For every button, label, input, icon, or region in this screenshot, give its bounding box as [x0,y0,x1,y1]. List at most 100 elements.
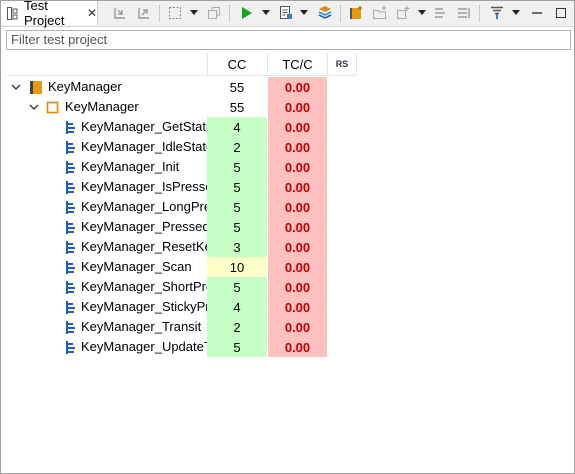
tree-row[interactable]: KeyManager_Init 5 0.00 [1,157,571,177]
row-name: KeyManager_Scan [81,259,192,274]
close-icon[interactable]: ✕ [87,6,97,20]
cc-cell: 5 [207,197,267,217]
tc-cell: 0.00 [268,257,327,277]
chevron-down-icon[interactable] [10,81,22,96]
tree-row[interactable]: KeyManager_ResetKe 3 0.00 [1,237,571,257]
tree-row[interactable]: KeyManager_Scan 10 0.00 [1,257,571,277]
filter-icon[interactable] [488,4,506,22]
add-test-icon[interactable] [394,4,412,22]
run-icon[interactable] [237,4,255,22]
cc-cell: 5 [207,157,267,177]
rs-header-label: RS [335,59,349,69]
copy-icon[interactable] [205,4,223,22]
tc-cell: 0.00 [268,177,327,197]
tree-row[interactable]: KeyManager_LongPre 5 0.00 [1,197,571,217]
tree-row[interactable]: KeyManager 55 0.00 [1,97,571,117]
function-icon [63,240,77,258]
column-name-header[interactable] [6,53,208,75]
separator [159,5,160,22]
tc-cell: 0.00 [268,217,327,237]
chevron-down-icon[interactable] [28,101,40,116]
select-icon[interactable] [166,4,184,22]
row-name: KeyManager_GetStatu [81,119,207,134]
tree-row[interactable]: KeyManager_StickyPre 4 0.00 [1,297,571,317]
tree-row[interactable]: KeyManager 55 0.00 [1,77,571,97]
row-name: KeyManager_ResetKe [81,239,207,254]
function-icon [63,320,77,338]
test-project-view: Test Project ✕ Filter test project CC TC… [0,0,575,474]
tc-cell: 0.00 [268,337,327,357]
report-icon[interactable] [277,4,295,22]
chevron-down-icon[interactable] [418,10,426,15]
row-name: KeyManager_Pressed [81,219,207,234]
project-tab-icon [7,7,18,20]
cc-cell: 2 [207,317,267,337]
tc-cell: 0.00 [268,77,327,97]
cc-cell: 5 [207,217,267,237]
tc-cell: 0.00 [268,277,327,297]
tree-row[interactable]: KeyManager_UpdateT 5 0.00 [1,337,571,357]
tab-test-project[interactable]: Test Project ✕ [1,0,98,28]
chevron-down-icon[interactable] [512,10,520,15]
cc-cell: 5 [207,177,267,197]
tc-cell: 0.00 [268,297,327,317]
cc-cell: 10 [207,257,267,277]
chevron-down-icon[interactable] [190,10,198,15]
export-icon[interactable] [135,4,153,22]
tree-row[interactable]: KeyManager_IdleState 2 0.00 [1,137,571,157]
tree-row[interactable]: KeyManager_GetStatu 4 0.00 [1,117,571,137]
row-name: KeyManager_UpdateT [81,339,207,354]
row-name: KeyManager [65,99,139,114]
function-icon [63,300,77,318]
cc-cell: 3 [207,237,267,257]
tc-cell: 0.00 [268,197,327,217]
tc-cell: 0.00 [268,137,327,157]
add-suite-icon[interactable] [347,4,365,22]
header-divider [6,75,356,76]
cc-cell: 5 [207,337,267,357]
cc-header-label: CC [227,56,247,72]
separator [340,5,341,22]
column-cc-header[interactable]: CC [207,53,268,75]
tc-cell: 0.00 [268,237,327,257]
separator [229,5,230,22]
minimize-icon[interactable] [528,4,546,22]
tree-row[interactable]: KeyManager_Transit 2 0.00 [1,317,571,337]
column-rs-header[interactable]: RS [328,53,357,75]
filter-box [6,30,571,50]
tab-title: Test Project [24,0,65,28]
tc-cell: 0.00 [268,317,327,337]
tree-row[interactable]: KeyManager_ShortPre 5 0.00 [1,277,571,297]
function-icon [63,260,77,278]
function-icon [63,120,77,138]
separator [479,5,480,22]
tc-cell: 0.00 [268,157,327,177]
function-icon [63,220,77,238]
row-name: KeyManager_IdleState [81,139,207,154]
cc-cell: 5 [207,277,267,297]
row-name: KeyManager_LongPre [81,199,207,214]
row-name: KeyManager_Transit [81,319,202,334]
cc-cell: 4 [207,297,267,317]
tc-cell: 0.00 [268,97,327,117]
column-tc-header[interactable]: TC/C [268,53,328,75]
chevron-down-icon[interactable] [262,10,270,15]
function-icon [63,280,77,298]
move-icon[interactable] [455,4,473,22]
add-folder-icon[interactable] [371,4,389,22]
cc-cell: 55 [229,79,245,95]
tc-cell: 0.00 [268,117,327,137]
row-name: KeyManager_ShortPre [81,279,207,294]
function-icon [63,180,77,198]
chevron-down-icon[interactable] [300,10,308,15]
row-name: KeyManager_Init [81,159,180,174]
function-icon [63,160,77,178]
filter-input[interactable] [7,31,570,47]
reorder-icon[interactable] [431,4,449,22]
tree-row[interactable]: KeyManager_IsPresse 5 0.00 [1,177,571,197]
maximize-icon[interactable] [552,4,570,22]
tree-row[interactable]: KeyManager_Pressed 5 0.00 [1,217,571,237]
import-icon[interactable] [111,4,129,22]
function-icon [63,340,77,358]
stack-icon[interactable] [316,4,334,22]
